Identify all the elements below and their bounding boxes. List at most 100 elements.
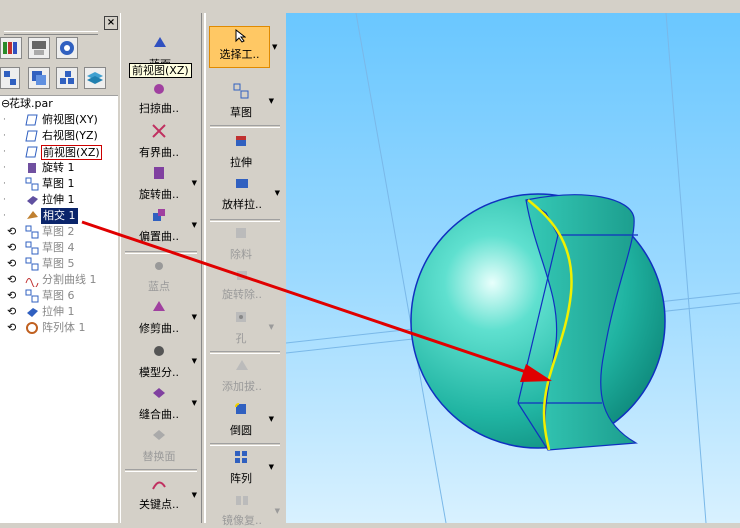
offset-surface-button[interactable]: 偏置曲.. ▼ bbox=[129, 207, 197, 244]
panel-header bbox=[0, 13, 118, 96]
plane-icon bbox=[25, 114, 38, 126]
sketch-icon bbox=[25, 289, 39, 303]
button-label: 关键点.. bbox=[139, 498, 179, 511]
tree-dots: · bbox=[3, 131, 6, 141]
split-curve-icon bbox=[25, 278, 39, 287]
revolved-cutout-button[interactable]: 旋转除.. bbox=[212, 269, 272, 302]
tree-item-label: 阵列体 1 bbox=[42, 321, 86, 334]
feature-toolbar: 选择工.. ▼ 草图 ▼ 拉伸 放样拉.. ▼ 除料 旋转除.. 孔 ▼ 添加拔… bbox=[205, 13, 286, 527]
stitch-surface-button[interactable]: 缝合曲.. ▼ bbox=[129, 385, 197, 422]
hole-icon bbox=[236, 312, 246, 322]
family-parts-icon[interactable] bbox=[28, 37, 50, 59]
loft-icon bbox=[236, 179, 248, 188]
trim-surface-button[interactable]: 修剪曲.. ▼ bbox=[129, 299, 197, 336]
dropdown-icon[interactable]: ▼ bbox=[192, 357, 197, 365]
pattern-button[interactable]: 阵列 ▼ bbox=[216, 449, 274, 486]
draft-button[interactable]: 添加拔.. bbox=[212, 357, 272, 394]
pattern-icon bbox=[235, 451, 247, 463]
button-label: 镜像复.. bbox=[222, 514, 262, 527]
cutout-button[interactable]: 除料 bbox=[216, 225, 266, 262]
toolbar-divider bbox=[210, 125, 280, 128]
tree-item-label: 草图 5 bbox=[42, 257, 75, 270]
select-dropdown-icon[interactable]: ▼ bbox=[272, 43, 277, 51]
dropdown-icon[interactable]: ▼ bbox=[269, 463, 274, 471]
sketch-button[interactable]: 草图 ▼ bbox=[216, 83, 274, 120]
sketch-icon bbox=[25, 177, 39, 191]
tree-item-label: 拉伸 1 bbox=[42, 305, 75, 318]
tooltip: 前视图(XZ) bbox=[129, 63, 192, 78]
rollback-icon: ⟲ bbox=[7, 257, 17, 270]
round-button[interactable]: 倒圆 ▼ bbox=[216, 401, 274, 438]
dropdown-icon[interactable]: ▼ bbox=[192, 491, 197, 499]
split-body-button[interactable]: 模型分.. ▼ bbox=[129, 343, 197, 380]
offset-icon bbox=[153, 209, 165, 221]
tree-item-label: 草图 6 bbox=[42, 289, 75, 302]
dropdown-icon[interactable]: ▼ bbox=[192, 221, 197, 229]
rollback-icon: ⟲ bbox=[7, 225, 17, 238]
button-label: 旋转除.. bbox=[222, 288, 262, 301]
button-label: 阵列 bbox=[230, 472, 252, 485]
dropdown-icon[interactable]: ▼ bbox=[275, 189, 280, 197]
bounded-icon bbox=[152, 124, 166, 138]
dropdown-icon[interactable]: ▼ bbox=[269, 323, 274, 331]
trim-icon bbox=[153, 301, 165, 311]
tree-item-label: 前视图(XZ) bbox=[41, 145, 102, 160]
plane-icon bbox=[25, 130, 38, 142]
button-label: 放样拉.. bbox=[222, 198, 262, 211]
button-label: 模型分.. bbox=[139, 366, 179, 379]
dropdown-icon[interactable]: ▼ bbox=[192, 179, 197, 187]
parts-tab-icon[interactable] bbox=[28, 67, 50, 89]
tree-dots: · bbox=[3, 179, 6, 189]
hole-button[interactable]: 孔 ▼ bbox=[216, 309, 274, 346]
button-label: 拉伸 bbox=[230, 156, 252, 169]
button-label: 倒圆 bbox=[230, 424, 252, 437]
toolbar-divider bbox=[125, 251, 197, 254]
loft-button[interactable]: 放样拉.. ▼ bbox=[212, 175, 280, 212]
assembly-tab-icon[interactable] bbox=[56, 67, 78, 89]
select-tool-button[interactable]: 选择工.. bbox=[209, 26, 270, 68]
tree-item-label: 分割曲线 1 bbox=[42, 273, 97, 286]
keypoint-curve-button[interactable]: 关键点.. ▼ bbox=[129, 477, 197, 512]
bluedot-button[interactable]: 蓝点 bbox=[129, 259, 189, 294]
tree-item-label: 草图 1 bbox=[42, 177, 75, 190]
tree-dots: · bbox=[3, 195, 6, 205]
button-label: 缝合曲.. bbox=[139, 408, 179, 421]
revolved-surface-button[interactable]: 旋转曲.. ▼ bbox=[129, 165, 197, 202]
tree-item-label: 俯视图(XY) bbox=[42, 113, 98, 126]
graphics-viewport[interactable] bbox=[286, 13, 740, 523]
tree-item-label: 花球.par bbox=[9, 97, 53, 110]
toolbar-divider bbox=[210, 351, 280, 354]
replace-face-button[interactable]: 替换面 bbox=[129, 427, 189, 464]
panel-grip[interactable] bbox=[4, 31, 98, 35]
extrude-icon bbox=[236, 136, 246, 146]
dropdown-icon[interactable]: ▼ bbox=[275, 507, 280, 515]
surface-toolbar: 蓝面 扫掠曲.. 有界曲.. 旋转曲.. ▼ 偏置曲.. ▼ 蓝点 修剪曲.. … bbox=[120, 13, 205, 523]
extrude-button[interactable]: 拉伸 bbox=[216, 133, 266, 170]
button-label: 选择工.. bbox=[219, 48, 260, 61]
layers-icon[interactable] bbox=[56, 37, 78, 59]
extrude-icon bbox=[27, 196, 38, 205]
close-panel-button[interactable]: × bbox=[104, 16, 118, 30]
swept-surface-button[interactable]: 扫掠曲.. bbox=[129, 83, 189, 116]
bluedot-icon bbox=[155, 262, 163, 270]
layers-tab-icon[interactable] bbox=[84, 67, 106, 89]
tree-dots: · bbox=[3, 211, 6, 221]
feature-library-icon[interactable] bbox=[0, 37, 22, 59]
tree-item-label: 草图 2 bbox=[42, 225, 75, 238]
button-label: 修剪曲.. bbox=[139, 322, 179, 335]
tree-item-label: 相交 1 bbox=[41, 208, 78, 224]
pattern-icon bbox=[26, 322, 38, 334]
panel-top bbox=[0, 0, 118, 13]
dropdown-icon[interactable]: ▼ bbox=[192, 313, 197, 321]
pathfinder-tab-icon[interactable] bbox=[0, 67, 20, 89]
rollback-icon: ⟲ bbox=[7, 305, 17, 318]
revolved-icon bbox=[154, 167, 164, 179]
pathfinder-panel: × ⊖ 花球.par · 俯视图(XY) · 右视图(YZ) · 前视图(XZ)… bbox=[0, 0, 118, 523]
dropdown-icon[interactable]: ▼ bbox=[269, 415, 274, 423]
dropdown-icon[interactable]: ▼ bbox=[192, 399, 197, 407]
button-label: 添加拔.. bbox=[222, 380, 262, 393]
rollback-icon: ⟲ bbox=[7, 273, 17, 286]
bounded-surface-button[interactable]: 有界曲.. bbox=[129, 123, 189, 160]
arrow-cursor-icon bbox=[235, 28, 246, 43]
dropdown-icon[interactable]: ▼ bbox=[269, 97, 274, 105]
